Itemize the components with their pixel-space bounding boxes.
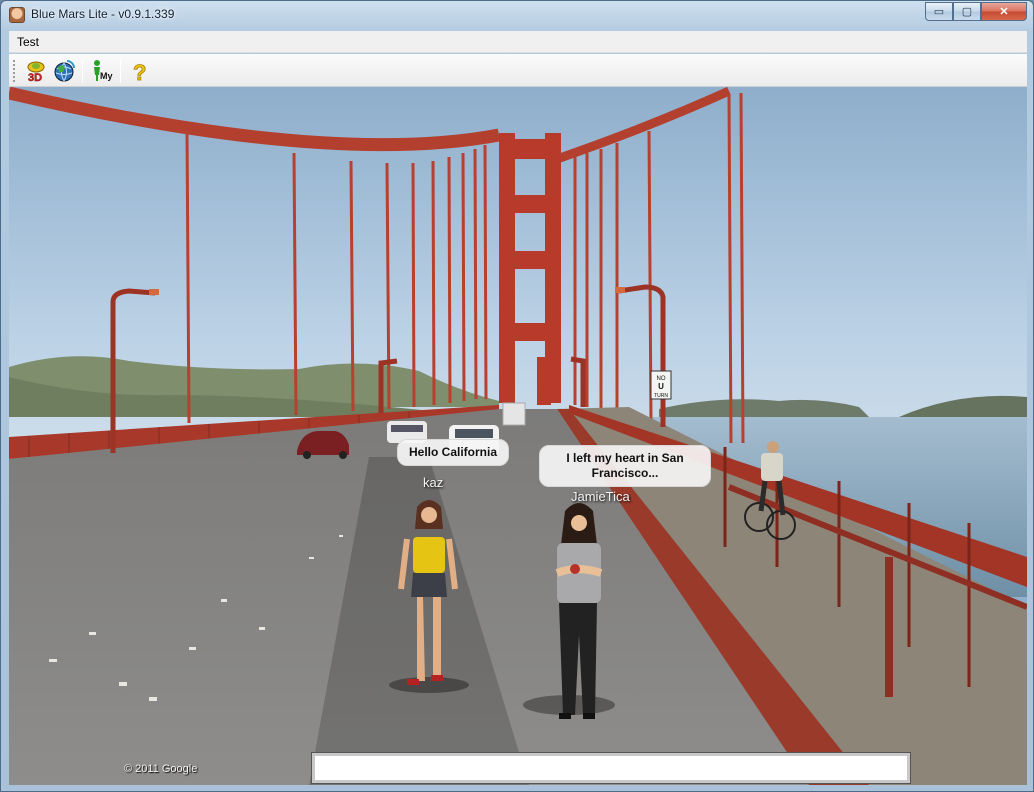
chat-bubble-kaz: Hello California [397,439,509,466]
menu-test[interactable]: Test [17,35,39,49]
window-title: Blue Mars Lite - v0.9.1.339 [31,7,175,21]
toolbar-separator [82,59,83,83]
title-bar[interactable]: Blue Mars Lite - v0.9.1.339 ▭ ▢ ✕ [1,1,1033,29]
svg-text:TURN: TURN [654,393,668,399]
lamp-head-left [149,289,159,295]
close-icon: ✕ [999,6,1009,18]
lamp-head-right [615,287,625,293]
toolbar-grip[interactable] [13,60,16,82]
3d-view-button[interactable]: 3D [23,58,49,84]
app-window: Blue Mars Lite - v0.9.1.339 ▭ ▢ ✕ Test 3… [0,0,1034,792]
my-avatar-icon: My [94,60,113,81]
toolbar-separator [120,59,121,83]
chat-input[interactable] [311,752,911,784]
toolbar: 3D My ? [9,54,1027,87]
minimize-icon: ▭ [933,6,945,18]
svg-text:U: U [658,382,664,391]
3d-label: 3D [28,72,42,84]
chat-bubble-jamietica: I left my heart in San Francisco... [539,445,711,487]
avatar-shadow-kaz [389,677,469,693]
white-truck [502,402,526,426]
my-avatar-button[interactable]: My [89,58,115,84]
help-icon: ? [133,60,147,84]
caption-buttons: ▭ ▢ ✕ [925,2,1027,21]
help-label: ? [133,60,146,84]
globe-icon [54,60,75,82]
globe-button[interactable] [51,58,77,84]
nametag-kaz: kaz [423,475,444,490]
3d-view-icon: 3D [27,61,45,84]
app-logo-icon [9,7,25,23]
3d-viewport[interactable]: NO U TURN Hello California kaz I left my… [9,87,1027,785]
minimize-button[interactable]: ▭ [925,2,953,21]
bridge-scene: NO U TURN [9,87,1027,785]
help-button[interactable]: ? [127,58,153,84]
copyright-text: © 2011 Google [124,763,198,775]
my-label: My [100,71,113,81]
menu-bar: Test [9,31,1027,53]
maximize-button[interactable]: ▢ [953,2,981,21]
maximize-icon: ▢ [961,6,973,18]
nametag-jamietica: JamieTica [571,489,630,504]
no-u-turn-sign: NO U TURN [650,370,672,400]
close-button[interactable]: ✕ [981,2,1027,21]
